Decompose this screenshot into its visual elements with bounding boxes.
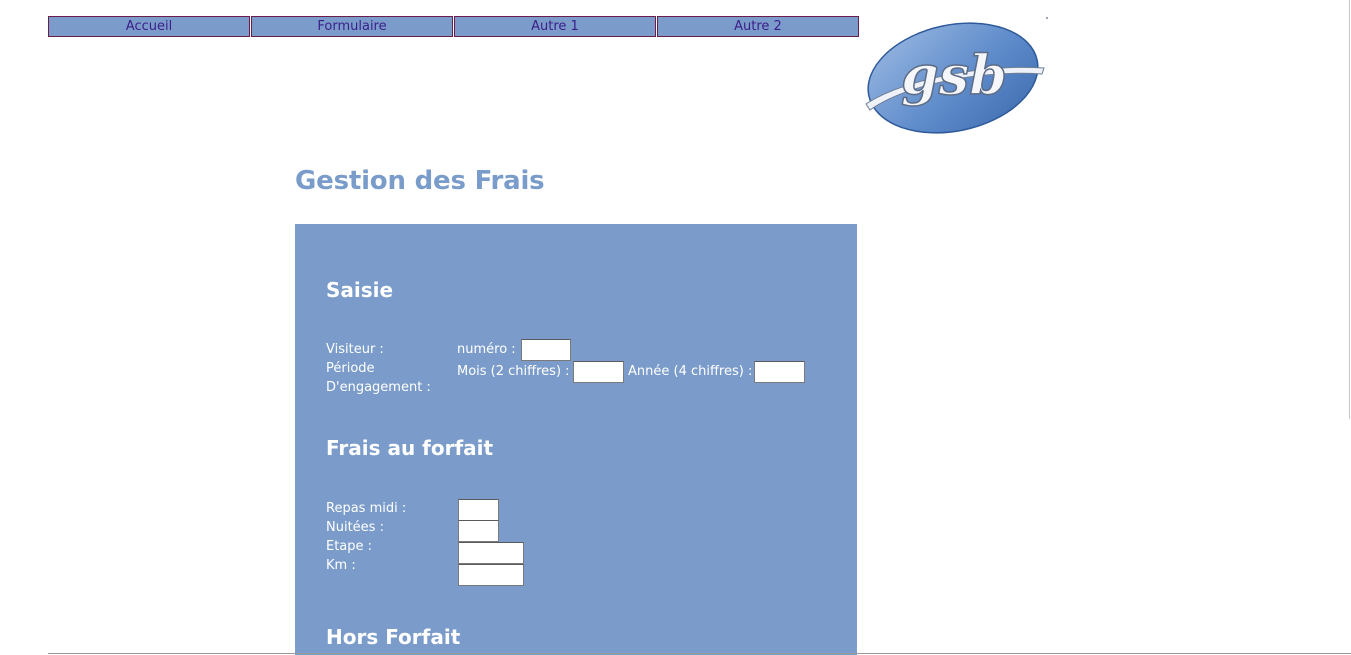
visiteur-label: Visiteur : bbox=[326, 342, 384, 357]
page-title: Gestion des Frais bbox=[295, 166, 545, 196]
etape-label: Etape : bbox=[326, 539, 373, 554]
nuitees-input[interactable] bbox=[458, 520, 499, 542]
numero-label: numéro : bbox=[457, 342, 516, 357]
top-menu: Accueil Formulaire Autre 1 Autre 2 bbox=[48, 16, 859, 37]
expense-form-panel: Saisie Visiteur : numéro : Période D'eng… bbox=[295, 224, 857, 655]
menu-item-autre-1[interactable]: Autre 1 bbox=[454, 16, 656, 37]
gsb-logo: gsb bbox=[865, 22, 1045, 134]
menu-item-autre-2[interactable]: Autre 2 bbox=[657, 16, 859, 37]
section-title-hors-forfait: Hors Forfait bbox=[326, 625, 461, 649]
page: Accueil Formulaire Autre 1 Autre 2 gsb G… bbox=[0, 0, 1351, 655]
engagement-label: D'engagement : bbox=[326, 380, 431, 395]
menu-item-accueil[interactable]: Accueil bbox=[48, 16, 250, 37]
etape-input[interactable] bbox=[458, 542, 524, 564]
km-input[interactable] bbox=[458, 564, 524, 586]
km-label: Km : bbox=[326, 558, 356, 573]
repas-midi-input[interactable] bbox=[458, 499, 499, 521]
bottom-border-line bbox=[48, 653, 1351, 654]
periode-label: Période bbox=[326, 361, 375, 376]
mois-label: Mois (2 chiffres) : bbox=[457, 364, 570, 379]
nuitees-label: Nuitées : bbox=[326, 520, 384, 535]
mois-input[interactable] bbox=[573, 361, 624, 383]
section-title-saisie: Saisie bbox=[326, 278, 394, 302]
logo-text: gsb bbox=[901, 43, 1007, 107]
repas-midi-label: Repas midi : bbox=[326, 501, 407, 516]
annee-label: Année (4 chiffres) : bbox=[628, 364, 753, 379]
numero-input[interactable] bbox=[521, 339, 571, 361]
menu-item-formulaire[interactable]: Formulaire bbox=[251, 16, 453, 37]
annee-input[interactable] bbox=[754, 361, 805, 383]
section-title-frais-forfait: Frais au forfait bbox=[326, 436, 494, 460]
viewport-edge-line bbox=[1349, 0, 1350, 419]
